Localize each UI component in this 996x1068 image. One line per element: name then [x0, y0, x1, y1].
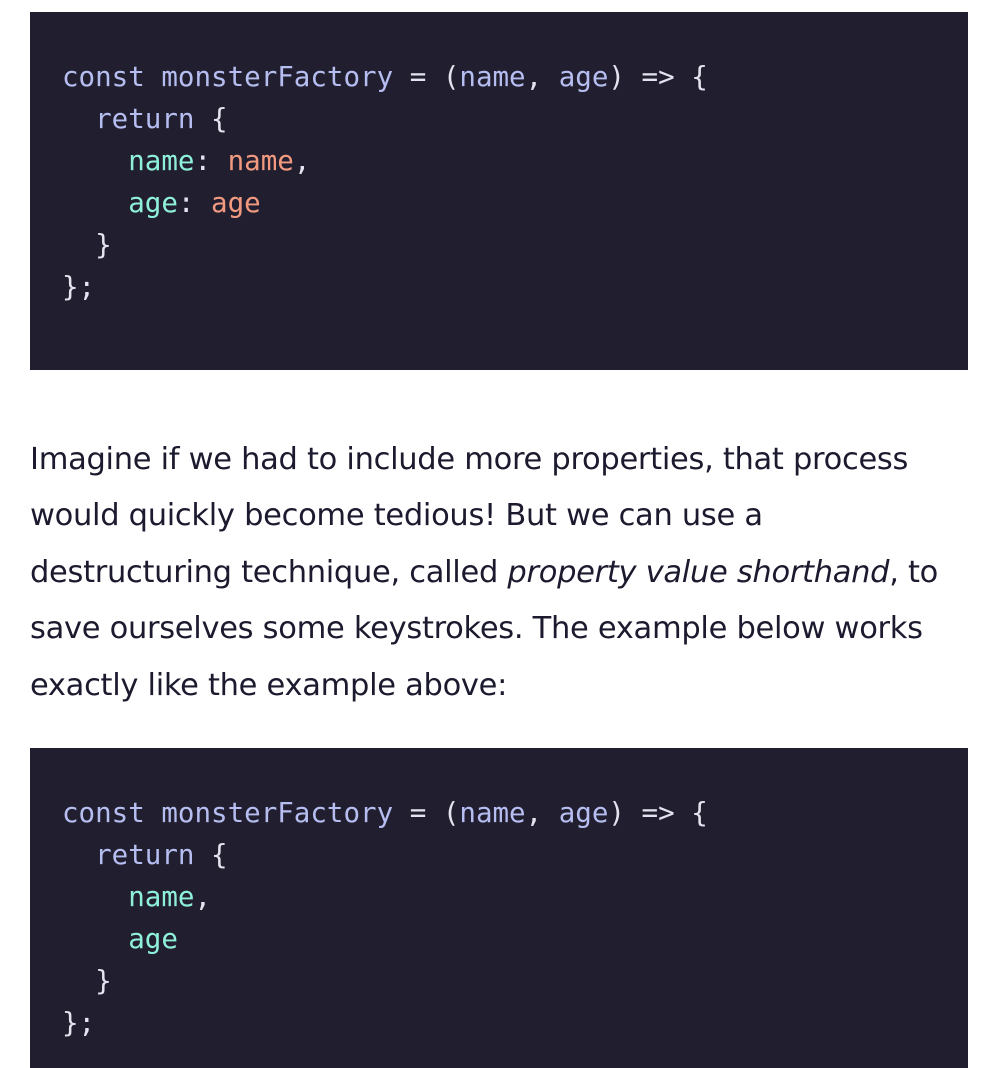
code-paren-open: ( — [442, 797, 460, 829]
paragraph-line-3: destructuring technique, called property… — [30, 545, 980, 601]
code-function-name: monsterFactory — [161, 61, 394, 93]
code-arrow-brace: => { — [624, 61, 708, 93]
code-paren-open: ( — [442, 61, 460, 93]
code-comma: , — [194, 881, 212, 913]
code-function-close: }; — [62, 1007, 96, 1039]
code-arrow-brace: => { — [624, 797, 708, 829]
code-assign-operator: = — [393, 797, 443, 829]
code-keyword-const: const — [62, 61, 145, 93]
code-line-function-close: }; — [62, 1002, 968, 1044]
paragraph-line-3-text-after: , to — [889, 554, 939, 590]
code-function-name: monsterFactory — [161, 797, 394, 829]
code-keyword-return: return — [95, 103, 195, 135]
code-object-key-name: name — [128, 145, 195, 177]
code-brace-close: } — [95, 965, 112, 997]
code-brace-open: { — [194, 103, 228, 135]
code-assign-operator: = — [393, 61, 443, 93]
code-keyword-return: return — [95, 839, 195, 871]
code-param-separator: , — [525, 797, 559, 829]
code-line-age-shorthand: age — [62, 918, 968, 960]
code-param-age: age — [558, 61, 609, 93]
code-brace-close: } — [95, 229, 112, 261]
code-object-value-name: name — [227, 145, 294, 177]
paragraph-line-3-text-before: destructuring technique, called — [30, 554, 508, 590]
code-block-shorthand-properties: const monsterFactory = (name, age) => { … — [30, 748, 968, 1068]
code-object-key-age: age — [128, 923, 178, 955]
paragraph-line-2: would quickly become tedious! But we can… — [30, 498, 763, 534]
code-line-return: return { — [62, 98, 968, 140]
code-line-name-property: name: name, — [62, 140, 968, 182]
emphasized-term: property value shorthand — [507, 554, 890, 590]
code-paren-close: ) — [608, 61, 625, 93]
code-line-object-close: } — [62, 224, 968, 266]
code-keyword-const: const — [62, 797, 145, 829]
code-brace-open: { — [194, 839, 228, 871]
code-line-name-shorthand: name, — [62, 876, 968, 918]
code-line-object-close: } — [62, 960, 968, 1002]
code-line-age-property: age: age — [62, 182, 968, 224]
article-paragraph: Imagine if we had to include more proper… — [30, 432, 980, 714]
code-line-function-close: }; — [62, 266, 968, 308]
code-line-function-declaration: const monsterFactory = (name, age) => { — [62, 56, 968, 98]
code-object-key-age: age — [128, 187, 178, 219]
code-colon: : — [177, 187, 212, 219]
paragraph-line-5: exactly like the example above: — [30, 667, 508, 703]
code-object-value-age: age — [211, 187, 261, 219]
paragraph-line-1: Imagine if we had to include more proper… — [30, 442, 909, 477]
code-object-key-name: name — [128, 881, 195, 913]
paragraph-line-4: save ourselves some keystrokes. The exam… — [30, 611, 923, 647]
article-page: const monsterFactory = (name, age) => { … — [0, 0, 996, 1068]
code-param-name: name — [459, 797, 526, 829]
code-comma: , — [293, 145, 311, 177]
code-line-function-declaration: const monsterFactory = (name, age) => { — [62, 792, 968, 834]
code-colon: : — [194, 145, 228, 177]
code-param-separator: , — [525, 61, 559, 93]
code-block-explicit-properties: const monsterFactory = (name, age) => { … — [30, 12, 968, 370]
code-param-age: age — [558, 797, 609, 829]
code-paren-close: ) — [608, 797, 625, 829]
code-param-name: name — [459, 61, 526, 93]
code-function-close: }; — [62, 271, 96, 303]
code-line-return: return { — [62, 834, 968, 876]
